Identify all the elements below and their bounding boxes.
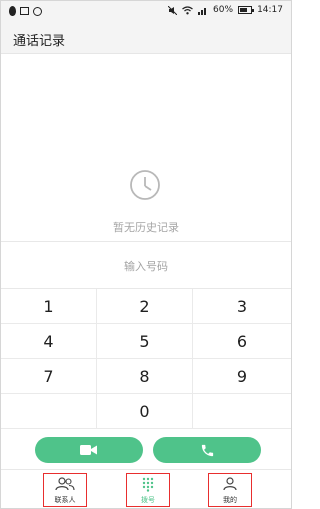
status-left-icons xyxy=(9,6,42,16)
image-notification-icon xyxy=(20,7,29,15)
battery-icon xyxy=(238,6,255,14)
key-3[interactable]: 3 xyxy=(193,289,291,324)
video-camera-icon xyxy=(80,445,97,455)
circle-notification-icon xyxy=(33,6,42,16)
number-input[interactable]: 输入号码 xyxy=(1,241,291,289)
app-header: 通话记录 xyxy=(1,23,291,54)
key-4[interactable]: 4 xyxy=(1,324,97,359)
key-6[interactable]: 6 xyxy=(193,324,291,359)
phone-icon xyxy=(201,444,213,456)
phone-screen: 60% 14:17 通话记录 暂无历史记录 输入号码 1 2 3 4 5 6 7… xyxy=(0,0,292,509)
video-call-button[interactable] xyxy=(35,437,143,463)
call-history-area: 暂无历史记录 xyxy=(1,54,291,294)
wifi-icon xyxy=(182,5,193,14)
key-2[interactable]: 2 xyxy=(97,289,193,324)
profile-icon xyxy=(223,477,237,491)
key-empty-left xyxy=(1,394,97,429)
key-empty-right xyxy=(193,394,291,429)
call-actions xyxy=(1,431,291,469)
nav-mine-label: 我的 xyxy=(223,496,237,504)
contacts-icon xyxy=(55,477,75,491)
notification-icon xyxy=(9,6,16,16)
key-7[interactable]: 7 xyxy=(1,359,97,394)
bottom-navigation: 联系人 拨号 我的 xyxy=(1,469,291,508)
status-bar: 60% 14:17 xyxy=(1,1,291,23)
nav-dial-label: 拨号 xyxy=(141,496,155,504)
page-title: 通话记录 xyxy=(13,34,66,49)
key-8[interactable]: 8 xyxy=(97,359,193,394)
nav-contacts[interactable]: 联系人 xyxy=(43,473,87,507)
status-right-icons: 60% 14:17 xyxy=(168,5,283,15)
clock-icon xyxy=(130,170,160,200)
status-time: 14:17 xyxy=(257,5,283,15)
voice-call-button[interactable] xyxy=(153,437,261,463)
nav-contacts-label: 联系人 xyxy=(54,496,76,504)
key-9[interactable]: 9 xyxy=(193,359,291,394)
key-1[interactable]: 1 xyxy=(1,289,97,324)
battery-text: 60% xyxy=(213,5,234,15)
key-0[interactable]: 0 xyxy=(97,394,193,429)
dialpad-icon xyxy=(142,477,154,492)
nav-mine[interactable]: 我的 xyxy=(208,473,252,507)
dialpad: 1 2 3 4 5 6 7 8 9 0 xyxy=(1,289,291,429)
signal-icon xyxy=(198,7,207,15)
nav-dial[interactable]: 拨号 xyxy=(126,473,170,507)
empty-history-text: 暂无历史记录 xyxy=(113,221,179,234)
mute-icon xyxy=(168,5,178,15)
key-5[interactable]: 5 xyxy=(97,324,193,359)
number-input-placeholder: 输入号码 xyxy=(124,260,168,273)
